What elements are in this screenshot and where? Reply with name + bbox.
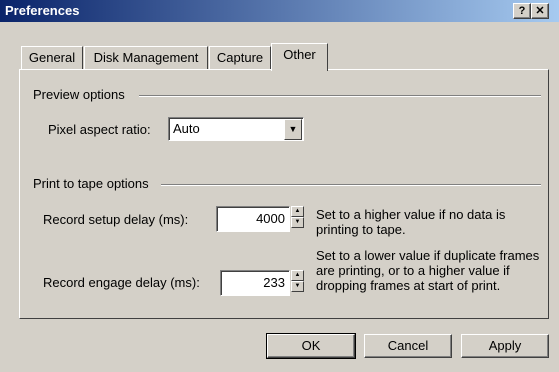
pixel-aspect-ratio-label: Pixel aspect ratio: bbox=[48, 122, 151, 137]
title-bar: Preferences ? ✕ bbox=[0, 0, 559, 22]
tab-capture[interactable]: Capture bbox=[209, 46, 271, 70]
record-engage-delay-value: 233 bbox=[263, 275, 285, 290]
spin-up-icon[interactable]: ▲ bbox=[291, 270, 304, 281]
window-title: Preferences bbox=[5, 3, 80, 18]
tab-panel-other: Preview options Pixel aspect ratio: Auto… bbox=[19, 69, 549, 319]
record-setup-delay-help: Set to a higher value if no data is prin… bbox=[316, 207, 506, 237]
apply-button[interactable]: Apply bbox=[461, 334, 549, 358]
record-engage-delay-spinner[interactable]: ▲ ▼ bbox=[291, 270, 304, 292]
help-button[interactable]: ? bbox=[513, 3, 531, 19]
record-engage-delay-help: Set to a lower value if duplicate frames… bbox=[316, 248, 540, 293]
pixel-aspect-ratio-value: Auto bbox=[173, 121, 200, 136]
tab-other[interactable]: Other bbox=[271, 43, 328, 71]
record-setup-delay-input[interactable]: 4000 bbox=[216, 206, 290, 232]
preview-options-label: Preview options bbox=[33, 87, 125, 102]
tab-disk-management[interactable]: Disk Management bbox=[84, 46, 208, 70]
print-to-tape-label: Print to tape options bbox=[33, 176, 149, 191]
spin-up-icon[interactable]: ▲ bbox=[291, 206, 304, 217]
spin-down-icon[interactable]: ▼ bbox=[291, 217, 304, 228]
pixel-aspect-ratio-select[interactable]: Auto ▼ bbox=[168, 117, 304, 141]
tab-general[interactable]: General bbox=[21, 46, 83, 70]
close-button[interactable]: ✕ bbox=[531, 3, 549, 19]
record-setup-delay-spinner[interactable]: ▲ ▼ bbox=[291, 206, 304, 228]
ok-button[interactable]: OK bbox=[266, 333, 356, 359]
record-engage-delay-input[interactable]: 233 bbox=[220, 270, 290, 296]
preview-options-divider bbox=[139, 95, 541, 97]
dropdown-arrow-icon[interactable]: ▼ bbox=[284, 119, 302, 140]
record-setup-delay-label: Record setup delay (ms): bbox=[43, 212, 189, 227]
record-setup-delay-value: 4000 bbox=[256, 211, 285, 226]
spin-down-icon[interactable]: ▼ bbox=[291, 281, 304, 292]
cancel-button[interactable]: Cancel bbox=[364, 334, 452, 358]
print-to-tape-divider bbox=[161, 184, 541, 186]
record-engage-delay-label: Record engage delay (ms): bbox=[43, 275, 200, 290]
